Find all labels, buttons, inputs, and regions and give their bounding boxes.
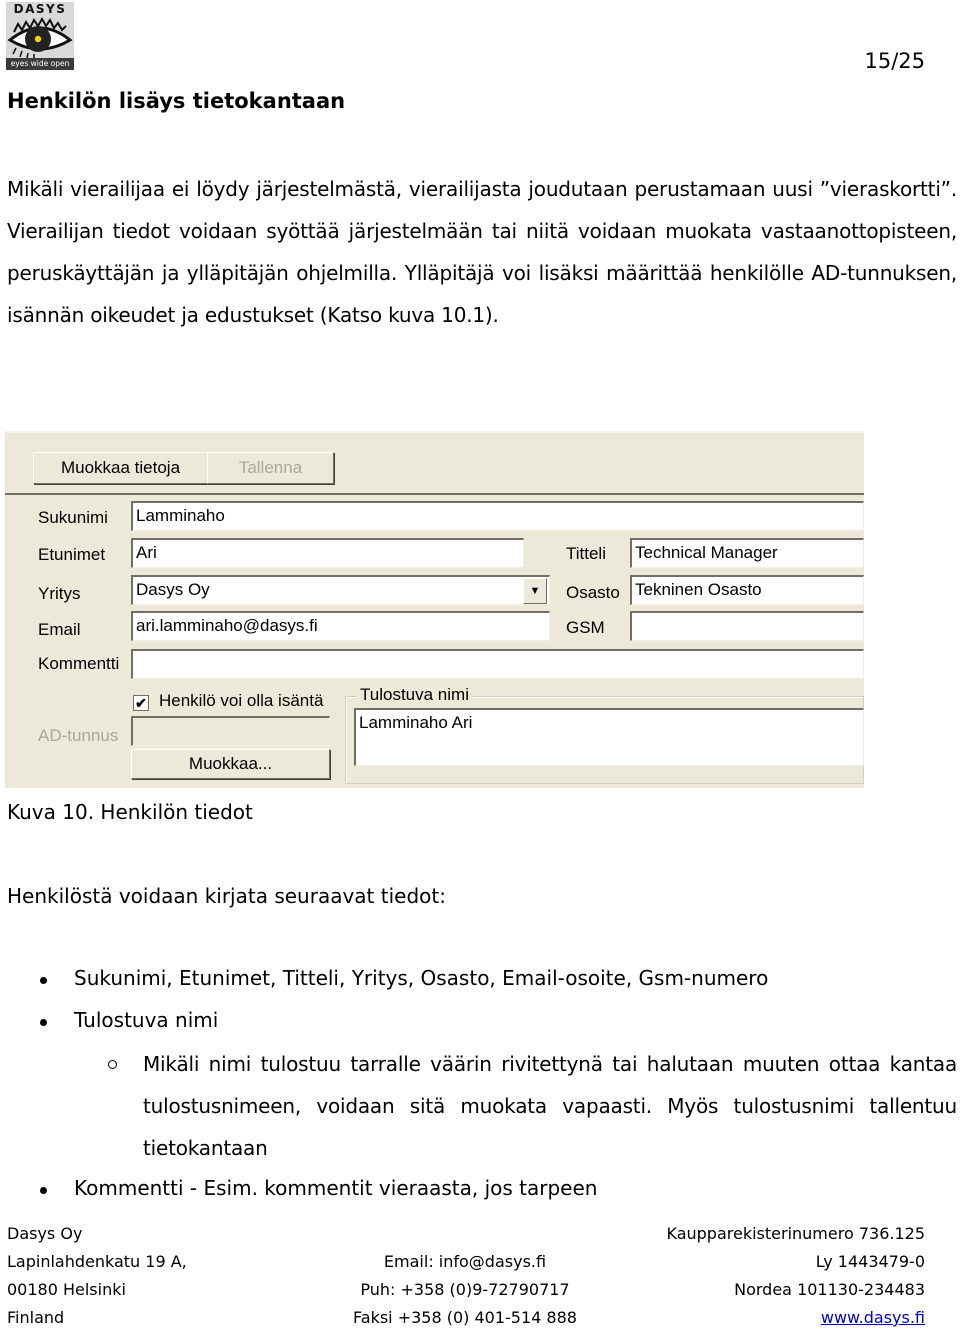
ad-tunnus-input[interactable]	[131, 716, 330, 746]
label-email: Email	[38, 620, 81, 639]
label-sukunimi: Sukunimi	[38, 508, 108, 527]
email-input[interactable]: ari.lamminaho@dasys.fi	[131, 611, 550, 641]
osasto-input[interactable]: Tekninen Osasto	[630, 575, 864, 605]
gsm-input[interactable]	[630, 611, 864, 641]
bullet-icon	[40, 977, 47, 984]
save-button[interactable]: Tallenna	[207, 452, 334, 484]
bullet-icon	[40, 1187, 47, 1194]
edit-details-button[interactable]: Muokkaa tietoja	[33, 452, 208, 484]
ad-edit-button[interactable]: Muokkaa...	[131, 749, 330, 779]
toolbar-divider	[5, 493, 864, 495]
label-titteli: Titteli	[566, 544, 606, 563]
footer-country: Finland	[7, 1308, 65, 1327]
checkmark-icon: ✔	[135, 695, 147, 711]
list-sub-item: Mikäli nimi tulostuu tarralle väärin riv…	[143, 1052, 957, 1160]
page-number: 15/25	[864, 49, 925, 73]
website-link[interactable]: www.dasys.fi	[821, 1308, 925, 1327]
intro-paragraph: Mikäli vierailijaa ei löydy järjestelmäs…	[7, 177, 957, 327]
label-kommentti: Kommentti	[38, 654, 120, 673]
bullet-icon	[40, 1019, 47, 1026]
footer-trade-register: Kaupparekisterinumero 736.125	[666, 1224, 925, 1243]
figure-caption: Kuva 10. Henkilön tiedot	[7, 800, 253, 824]
footer-company: Dasys Oy	[7, 1224, 83, 1243]
footer-business-id: Ly 1443479-0	[815, 1252, 925, 1271]
footer-fax: Faksi +358 (0) 401-514 888	[353, 1308, 577, 1327]
footer-city: 00180 Helsinki	[7, 1280, 126, 1299]
kommentti-input[interactable]	[131, 649, 864, 679]
host-checkbox[interactable]: ✔	[133, 695, 149, 711]
eye-icon	[7, 16, 73, 58]
label-gsm: GSM	[566, 618, 605, 637]
sukunimi-input[interactable]: Lamminaho	[131, 501, 864, 531]
list-item: Tulostuva nimi	[74, 1008, 219, 1032]
yritys-select[interactable]: Dasys Oy	[131, 575, 550, 605]
footer-street: Lapinlahdenkatu 19 A,	[7, 1252, 187, 1271]
footer-bank: Nordea 101130-234483	[734, 1280, 925, 1299]
etunimet-input[interactable]: Ari	[131, 538, 524, 568]
person-form-screenshot: Muokkaa tietoja Tallenna Sukunimi Lammin…	[5, 431, 864, 788]
footer-email: Email: info@dasys.fi	[383, 1252, 547, 1271]
footer-phone: Puh: +358 (0)9-72790717	[360, 1280, 570, 1299]
label-yritys: Yritys	[38, 584, 81, 603]
label-osasto: Osasto	[566, 583, 620, 602]
titteli-input[interactable]: Technical Manager	[630, 538, 864, 568]
print-name-input[interactable]: Lamminaho Ari	[354, 708, 864, 766]
label-ad-tunnus: AD-tunnus	[38, 726, 119, 745]
print-name-group-label: Tulostuva nimi	[357, 685, 472, 705]
sub-bullet-icon	[108, 1060, 117, 1069]
list-item: Kommentti - Esim. kommentit vieraasta, j…	[74, 1176, 598, 1200]
company-logo: DASYS eyes wide open	[6, 2, 74, 70]
list-item: Sukunimi, Etunimet, Titteli, Yritys, Osa…	[74, 966, 769, 990]
page-title: Henkilön lisäys tietokantaan	[7, 89, 346, 113]
logo-tagline: eyes wide open	[6, 58, 74, 70]
list-intro: Henkilöstä voidaan kirjata seuraavat tie…	[7, 884, 446, 908]
chevron-down-icon[interactable]: ▼	[523, 578, 547, 604]
label-etunimet: Etunimet	[38, 545, 106, 564]
host-checkbox-label[interactable]: Henkilö voi olla isäntä	[159, 691, 323, 711]
